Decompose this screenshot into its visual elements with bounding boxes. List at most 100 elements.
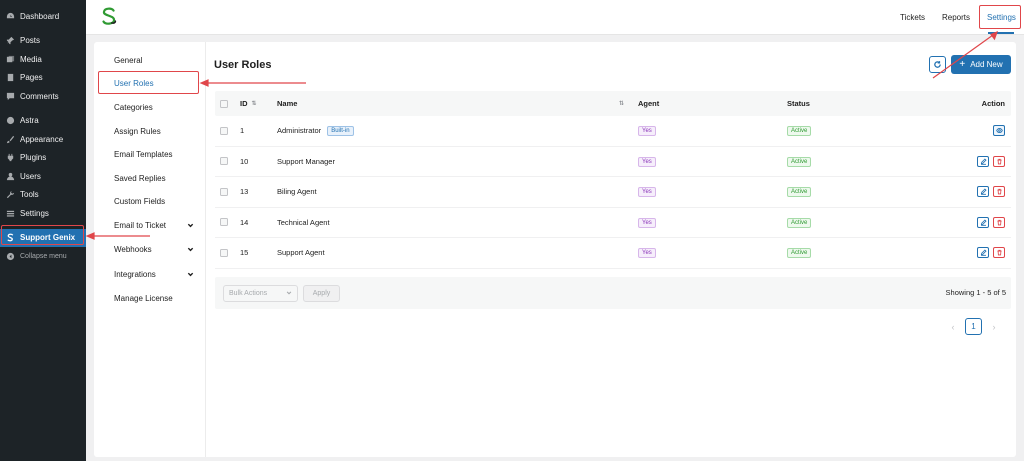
subnav-item-email-templates[interactable]: Email Templates (114, 150, 194, 159)
edit-button[interactable] (977, 216, 989, 228)
wp-menu-label: Users (20, 171, 41, 181)
chevron-down-icon (187, 271, 194, 278)
subnav-label: General (114, 56, 143, 65)
table-row: 15 Support Agent Yes Active (215, 238, 1011, 269)
wp-menu-pages[interactable]: Pages (0, 69, 86, 88)
subnav-item-categories[interactable]: Categories (114, 103, 194, 112)
status-badge: Active (787, 217, 812, 228)
subnav-label: Categories (114, 103, 153, 112)
pages-icon (5, 73, 15, 83)
tab-tickets[interactable]: Tickets (900, 0, 925, 35)
role-name: Support Agent (277, 248, 325, 258)
agent-badge: Yes (638, 248, 656, 259)
dashboard-icon (5, 11, 15, 21)
column-label: ID (240, 99, 248, 108)
column-header-name[interactable]: Name ⇅ (277, 99, 638, 108)
row-checkbox[interactable] (220, 248, 228, 257)
apply-button[interactable]: Apply (303, 284, 340, 302)
wp-menu-appearance[interactable]: Appearance (0, 130, 86, 149)
column-header-status: Status (787, 99, 810, 108)
active-tab-indicator (988, 32, 1014, 34)
wp-menu-settings[interactable]: Settings (0, 204, 86, 223)
view-button[interactable] (993, 125, 1005, 137)
refresh-button[interactable] (929, 56, 946, 73)
subnav-item-webhooks[interactable]: Webhooks (114, 245, 194, 254)
pin-icon (5, 36, 15, 46)
sort-icon: ⇅ (251, 100, 257, 107)
subnav-item-saved-replies[interactable]: Saved Replies (114, 174, 194, 183)
wp-menu-dashboard[interactable]: Dashboard (0, 7, 86, 26)
role-name: Technical Agent (277, 217, 330, 227)
role-id: 10 (240, 156, 249, 166)
page-number-button[interactable]: 1 (965, 318, 982, 335)
subnav-item-general[interactable]: General (114, 56, 194, 65)
status-badge: Active (787, 126, 812, 137)
agent-badge: Yes (638, 156, 656, 167)
wp-menu-tools[interactable]: Tools (0, 186, 86, 205)
delete-button[interactable] (993, 247, 1005, 259)
row-checkbox[interactable] (220, 157, 228, 166)
wp-menu-label: Dashboard (20, 11, 60, 21)
subnav-label: Integrations (114, 270, 156, 279)
tab-reports[interactable]: Reports (942, 0, 970, 35)
wp-menu-users[interactable]: Users (0, 167, 86, 186)
user-roles-highlight (98, 71, 199, 94)
subnav-label: Assign Rules (114, 127, 161, 136)
wp-menu-plugins[interactable]: Plugins (0, 149, 86, 168)
role-id: 15 (240, 248, 249, 258)
table-footer: Bulk Actions Apply Showing 1 - 5 of 5 (215, 277, 1011, 309)
edit-button[interactable] (977, 247, 989, 259)
subnav-item-integrations[interactable]: Integrations (114, 270, 194, 279)
user-roles-table: ID ⇅ Name ⇅ Agent Status Action 1 Administ… (215, 91, 1011, 269)
wp-menu-astra[interactable]: Astra (0, 112, 86, 131)
wp-menu-collapse[interactable]: Collapse menu (0, 247, 86, 266)
built-in-badge: Built-in (327, 125, 354, 136)
subnav-item-assign-rules[interactable]: Assign Rules (114, 127, 194, 136)
app-header: Tickets Reports Settings (86, 0, 1024, 35)
status-badge: Active (787, 156, 812, 167)
delete-button[interactable] (993, 216, 1005, 228)
prev-page-button[interactable]: ‹ (949, 322, 957, 332)
edit-button[interactable] (977, 155, 989, 167)
subnav-label: Webhooks (114, 245, 152, 254)
row-checkbox[interactable] (220, 218, 228, 227)
delete-button[interactable] (993, 186, 1005, 198)
add-new-label: Add New (970, 60, 1003, 69)
pagination: ‹ 1 › (949, 318, 998, 335)
support-genix-logo-icon[interactable] (98, 6, 120, 28)
add-new-button[interactable]: + Add New (951, 55, 1011, 74)
column-header-agent: Agent (638, 99, 660, 108)
status-badge: Active (787, 187, 812, 198)
wp-menu-label: Pages (20, 73, 43, 83)
subnav-item-email-to-ticket[interactable]: Email to Ticket (114, 221, 194, 230)
astra-icon (5, 116, 15, 126)
wp-menu-media[interactable]: Media (0, 50, 86, 69)
subnav-item-manage-license[interactable]: Manage License (114, 294, 194, 303)
wp-menu-comments[interactable]: Comments (0, 87, 86, 106)
wrench-icon (5, 190, 15, 200)
row-checkbox[interactable] (220, 187, 228, 196)
row-checkbox[interactable] (220, 126, 228, 135)
role-name: Biling Agent (277, 187, 317, 197)
chevron-down-icon (286, 291, 292, 295)
next-page-button[interactable]: › (990, 322, 998, 332)
agent-badge: Yes (638, 217, 656, 228)
column-header-action: Action (981, 99, 1005, 108)
column-label: Name (277, 99, 298, 108)
table-row: 14 Technical Agent Yes Active (215, 208, 1011, 238)
pencil-icon (980, 219, 987, 226)
wp-menu-posts[interactable]: Posts (0, 32, 86, 51)
wp-menu-label: Posts (20, 36, 41, 46)
subnav-label: Email Templates (114, 150, 173, 159)
trash-icon (996, 189, 1002, 195)
showing-count: Showing 1 - 5 of 5 (945, 288, 1006, 297)
brush-icon (5, 134, 15, 144)
settings-subnav: General User Roles Categories Assign Rul… (94, 42, 206, 457)
edit-button[interactable] (977, 186, 989, 198)
bulk-actions-select[interactable]: Bulk Actions (223, 284, 298, 302)
role-name: Support Manager (277, 156, 335, 166)
select-all-checkbox[interactable] (220, 99, 228, 108)
subnav-item-custom-fields[interactable]: Custom Fields (114, 197, 194, 206)
delete-button[interactable] (993, 155, 1005, 167)
column-header-id[interactable]: ID ⇅ (240, 99, 277, 108)
